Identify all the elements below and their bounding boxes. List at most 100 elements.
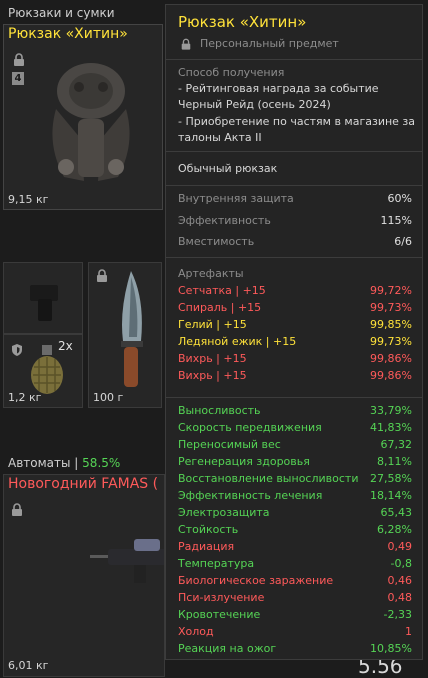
bonus-row-label: Кровотечение: [178, 608, 261, 621]
artifact-row-label: Сетчатка | +15: [178, 284, 266, 297]
backpack-name: Рюкзак «Хитин»: [8, 26, 128, 42]
obtain-header: Способ получения: [178, 66, 285, 79]
stat-row: Внутренняя защита 60%: [178, 191, 412, 207]
lock-icon: [12, 503, 22, 516]
bonus-row-label: Регенерация здоровья: [178, 455, 310, 468]
bonus-row-value: -0,8: [390, 557, 412, 570]
rifle-category-label: Автоматы |: [8, 456, 79, 470]
bonus-row-value: 0,49: [387, 540, 413, 553]
stock-image: [30, 285, 58, 321]
artifacts-header: Артефакты: [178, 267, 244, 280]
bonus-row-value: 0,46: [387, 574, 413, 587]
stat-row: Вместимость 6/6: [178, 234, 412, 250]
tooltip-title: Рюкзак «Хитин»: [178, 13, 307, 31]
bonus-row-label: Стойкость: [178, 523, 239, 536]
bonus-row-value: -2,33: [383, 608, 412, 621]
artifact-row: Вихрь | +15 99,86%: [178, 351, 412, 367]
bonus-row-label: Холод: [178, 625, 214, 638]
artifact-row-label: Ледяной ежик | +15: [178, 335, 297, 348]
bonus-row-label: Выносливость: [178, 404, 261, 417]
bonus-row: Регенерация здоровья 8,11%: [178, 454, 412, 470]
bonus-row: Эффективность лечения 18,14%: [178, 488, 412, 504]
bonus-row: Холод 1: [178, 624, 412, 640]
item-tooltip: Рюкзак «Хитин» Персональный предмет Спос…: [165, 4, 423, 660]
lock-icon: [181, 38, 191, 50]
rifle-category: Автоматы | 58.5%: [8, 456, 120, 470]
artifact-row: Гелий | +15 99,85%: [178, 317, 412, 333]
divider: [166, 397, 422, 398]
lock-icon: [14, 53, 24, 66]
bonus-row: Реакция на ожог 10,85%: [178, 641, 412, 657]
artifact-row-value: 99,72%: [370, 284, 412, 297]
artifact-row-label: Вихрь | +15: [178, 352, 247, 365]
rifle-image: [90, 539, 164, 583]
artifact-row-value: 99,85%: [370, 318, 412, 331]
bonus-row-value: 27,58%: [370, 472, 412, 485]
divider: [166, 151, 422, 152]
grenade-weight: 1,2 кг: [8, 391, 42, 404]
stat-value: 60%: [387, 192, 412, 205]
personal-item-label: Персональный предмет: [200, 37, 339, 50]
obtain-line: - Приобретение по частям в магазине за: [178, 115, 416, 128]
bonus-row: Восстановление выносливости 27,58%: [178, 471, 412, 487]
backpack-slot[interactable]: Рюкзак «Хитин» 4 9,15 кг: [3, 24, 163, 210]
artifact-row-value: 99,73%: [370, 335, 412, 348]
bonus-row-value: 65,43: [380, 506, 413, 519]
bonus-row-label: Эффективность лечения: [178, 489, 323, 502]
rifle-slot[interactable]: Новогодний FAMAS ( 6,01 кг: [3, 474, 165, 677]
bonus-row: Кровотечение -2,33: [178, 607, 412, 623]
bonus-row-value: 67,32: [380, 438, 413, 451]
artifact-row-label: Вихрь | +15: [178, 369, 247, 382]
bonus-row-value: 0,48: [387, 591, 413, 604]
artifact-row: Спираль | +15 99,73%: [178, 300, 412, 316]
artifact-row-label: Спираль | +15: [178, 301, 262, 314]
rifle-weight: 6,01 кг: [8, 659, 49, 672]
artifact-row: Сетчатка | +15 99,72%: [178, 283, 412, 299]
bonus-row-value: 33,79%: [370, 404, 412, 417]
bonus-row-value: 6,28%: [377, 523, 412, 536]
divider: [166, 59, 422, 60]
item-type-label: Обычный рюкзак: [178, 162, 278, 175]
bonus-row-label: Температура: [178, 557, 255, 570]
bonus-row-label: Реакция на ожог: [178, 642, 277, 655]
lock-icon: [97, 269, 107, 282]
grenade-slot[interactable]: 2x 1,2 кг: [3, 334, 83, 408]
artifact-row-value: 99,86%: [370, 352, 412, 365]
stat-row: Эффективность 115%: [178, 213, 412, 229]
count-badge: 4: [12, 72, 24, 85]
knife-slot[interactable]: 100 г: [88, 262, 162, 408]
artifact-row-value: 99,86%: [370, 369, 412, 382]
bonus-row-label: Электрозащита: [178, 506, 270, 519]
bonus-row: Переносимый вес 67,32: [178, 437, 412, 453]
backpack-image: [52, 63, 130, 181]
obtain-line: талоны Акта II: [178, 131, 262, 144]
divider: [166, 185, 422, 186]
knife-image: [121, 271, 143, 387]
bonus-row-label: Скорость передвижения: [178, 421, 322, 434]
artifact-row: Ледяной ежик | +15 99,73%: [178, 334, 412, 350]
bonus-row-value: 10,85%: [370, 642, 412, 655]
attachment-slot[interactable]: [3, 262, 83, 334]
obtain-line: - Рейтинговая награда за событие: [178, 82, 379, 95]
bonus-row-value: 1: [405, 625, 412, 638]
bonus-row-label: Переносимый вес: [178, 438, 281, 451]
bonus-row-label: Радиация: [178, 540, 235, 553]
artifact-row: Вихрь | +15 99,86%: [178, 368, 412, 384]
knife-weight: 100 г: [93, 391, 124, 404]
stat-value: 6/6: [394, 235, 412, 248]
obtain-line: Черный Рейд (осень 2024): [178, 98, 331, 111]
bonus-row-value: 8,11%: [377, 455, 412, 468]
bonus-row: Выносливость 33,79%: [178, 403, 412, 419]
bonus-row: Температура -0,8: [178, 556, 412, 572]
bonus-row-value: 41,83%: [370, 421, 412, 434]
rifle-category-percent: 58.5%: [82, 456, 121, 470]
bonus-row: Скорость передвижения 41,83%: [178, 420, 412, 436]
grenade-image: [31, 345, 63, 394]
rifle-name: Новогодний FAMAS (: [8, 476, 159, 492]
category-label: Рюкзаки и сумки: [8, 6, 115, 20]
backpack-weight: 9,15 кг: [8, 193, 49, 206]
shield-icon: [12, 344, 22, 356]
bonus-row-label: Пси-излучение: [178, 591, 265, 604]
bonus-row-label: Биологическое заражение: [178, 574, 334, 587]
bonus-row: Пси-излучение 0,48: [178, 590, 412, 606]
